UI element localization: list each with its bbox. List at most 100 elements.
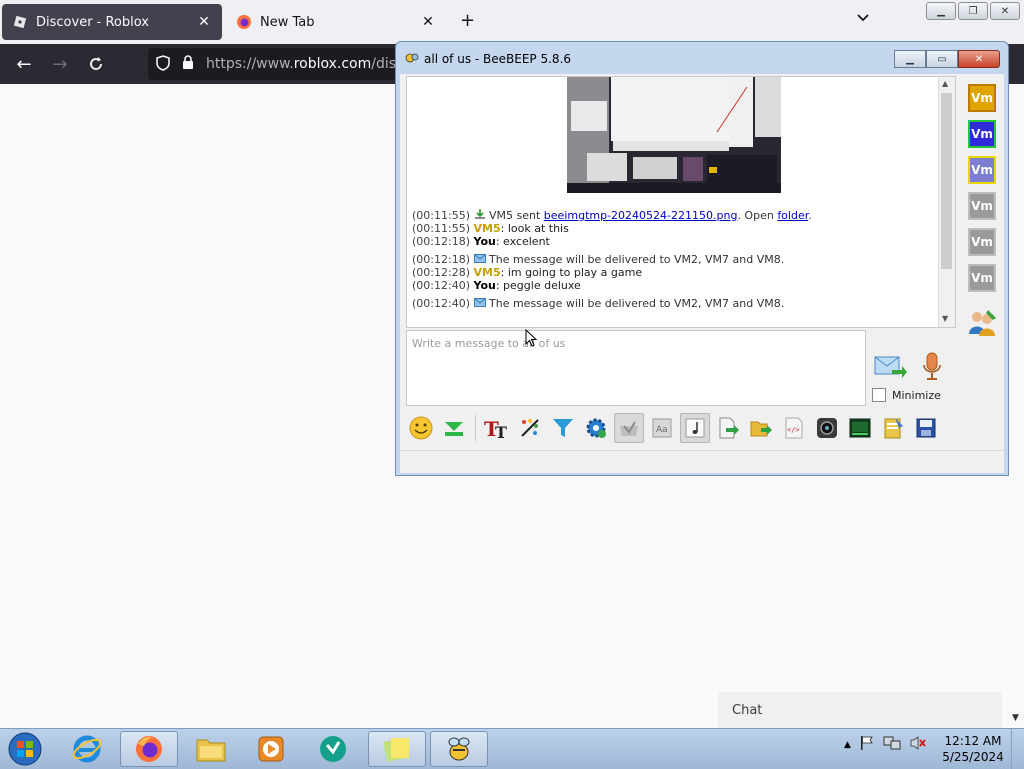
chat-message: (00:12:28) VM5: im going to play a game bbox=[412, 266, 643, 279]
shield-icon[interactable] bbox=[156, 54, 170, 74]
clock-time: 12:12 AM bbox=[944, 734, 1002, 748]
network-icon[interactable] bbox=[883, 735, 901, 754]
shared-screenshot-image[interactable] bbox=[567, 77, 781, 193]
chat-message: (00:12:18) You: excelent bbox=[412, 235, 550, 248]
lock-icon[interactable] bbox=[182, 55, 194, 73]
download-icon bbox=[474, 209, 486, 222]
compact-view-icon[interactable] bbox=[614, 413, 644, 443]
scroll-up-arrow-icon[interactable]: ▲ bbox=[942, 79, 948, 88]
user-vm-button[interactable]: Vm bbox=[968, 84, 996, 112]
notes-icon[interactable] bbox=[878, 413, 908, 443]
roblox-chat-widget[interactable]: Chat bbox=[718, 692, 1002, 728]
restore-window-button[interactable]: ❐ bbox=[958, 2, 988, 20]
user-list: Vm Vm Vm Vm Vm Vm bbox=[962, 74, 1004, 404]
close-window-button[interactable]: ✕ bbox=[990, 2, 1020, 20]
list-all-tabs-chevron-icon[interactable] bbox=[856, 12, 870, 26]
scroll-down-arrow-icon[interactable]: ▼ bbox=[1012, 713, 1019, 723]
microphone-icon[interactable] bbox=[922, 352, 942, 385]
chat-scrollbar[interactable]: ▲ ▼ bbox=[938, 77, 955, 327]
filter-icon[interactable] bbox=[548, 413, 578, 443]
media-player-icon[interactable] bbox=[242, 731, 300, 767]
delivery-notice: (00:12:40) The message will be delivered… bbox=[412, 297, 785, 310]
forward-arrow-icon[interactable]: → bbox=[50, 54, 70, 75]
toolbar-separator bbox=[475, 415, 476, 441]
beebeep-titlebar[interactable]: all of us - BeeBEEP 5.8.6 ▁ ▭ ✕ bbox=[396, 42, 1008, 74]
beebeep-app-icon bbox=[404, 51, 420, 68]
file-explorer-icon[interactable] bbox=[182, 731, 240, 767]
minimize-window-button[interactable]: ▁ bbox=[926, 2, 956, 20]
file-link[interactable]: beeimgtmp-20240524-221150.png bbox=[544, 209, 738, 222]
back-arrow-icon[interactable]: ← bbox=[14, 54, 34, 75]
mouse-cursor-icon bbox=[525, 329, 538, 347]
open-folder-link[interactable]: folder bbox=[777, 209, 808, 222]
status-bar bbox=[400, 450, 1004, 474]
close-button[interactable]: ✕ bbox=[958, 50, 1000, 68]
taskbar-clock[interactable]: 12:12 AM 5/25/2024 bbox=[940, 733, 1006, 765]
chat-transcript[interactable]: (00:11:55) VM5 sent beeimgtmp-20240524-2… bbox=[406, 76, 956, 328]
beebeep-client-area: (00:11:55) VM5 sent beeimgtmp-20240524-2… bbox=[400, 74, 1004, 473]
screenshot-camera-icon[interactable] bbox=[812, 413, 842, 443]
user-vm-button[interactable]: Vm bbox=[968, 120, 996, 148]
music-note-icon[interactable] bbox=[680, 413, 710, 443]
html-code-icon[interactable]: </> bbox=[779, 413, 809, 443]
screen-capture-icon[interactable] bbox=[845, 413, 875, 443]
minimize-checkbox[interactable]: Minimize bbox=[872, 388, 941, 402]
show-hidden-icons-icon[interactable]: ▲ bbox=[844, 740, 851, 750]
minimize-button[interactable]: ▁ bbox=[894, 50, 926, 68]
firefox-icon bbox=[236, 14, 252, 30]
user-vm-button[interactable]: Vm bbox=[968, 156, 996, 184]
save-disk-icon[interactable] bbox=[911, 413, 941, 443]
internet-explorer-icon[interactable] bbox=[58, 731, 116, 767]
message-list: (00:11:55) VM5 sent beeimgtmp-20240524-2… bbox=[412, 209, 932, 310]
volume-muted-icon[interactable] bbox=[909, 735, 927, 754]
user-vm-button[interactable]: Vm bbox=[968, 228, 996, 256]
chat-label: Chat bbox=[732, 702, 763, 718]
start-windows-icon[interactable] bbox=[4, 731, 46, 767]
roblox-icon bbox=[12, 14, 28, 30]
chat-app-icon[interactable] bbox=[304, 731, 362, 767]
tab-close-icon[interactable]: ✕ bbox=[420, 14, 436, 30]
beebeep-window: all of us - BeeBEEP 5.8.6 ▁ ▭ ✕ (00:11:5… bbox=[395, 41, 1009, 476]
firefox-taskbar-icon[interactable] bbox=[120, 731, 178, 767]
checkbox-box[interactable] bbox=[872, 388, 886, 402]
svg-text:T: T bbox=[495, 423, 507, 440]
new-tab-button[interactable]: + bbox=[460, 10, 475, 31]
chat-message: (00:11:55) VM5: look at this bbox=[412, 222, 569, 235]
send-folder-icon[interactable] bbox=[746, 413, 776, 443]
delivery-notice: (00:12:18) The message will be delivered… bbox=[412, 253, 785, 266]
message-input-placeholder: Write a message to all of us bbox=[412, 337, 566, 350]
envelope-icon bbox=[473, 253, 486, 266]
user-vm-button[interactable]: Vm bbox=[968, 264, 996, 292]
tab-close-icon[interactable]: ✕ bbox=[196, 14, 212, 30]
svg-text:</>: </> bbox=[787, 426, 800, 434]
message-input[interactable]: Write a message to all of us bbox=[406, 329, 866, 406]
beebeep-taskbar-icon[interactable] bbox=[430, 731, 488, 767]
user-vm-button[interactable]: Vm bbox=[968, 192, 996, 220]
show-desktop-button[interactable] bbox=[1011, 729, 1024, 769]
emoticons-smiley-icon[interactable] bbox=[406, 413, 436, 443]
font-color-icon[interactable] bbox=[515, 413, 545, 443]
action-center-flag-icon[interactable] bbox=[859, 735, 875, 754]
envelope-icon bbox=[473, 297, 486, 310]
send-file-icon[interactable] bbox=[713, 413, 743, 443]
file-sent-message: (00:11:55) VM5 sent beeimgtmp-20240524-2… bbox=[412, 209, 812, 222]
sticky-notes-icon[interactable] bbox=[368, 731, 426, 767]
tab-label: Discover - Roblox bbox=[36, 14, 150, 30]
maximize-button[interactable]: ▭ bbox=[926, 50, 958, 68]
text-box-icon[interactable]: Aa bbox=[647, 413, 677, 443]
scroll-thumb[interactable] bbox=[941, 93, 952, 269]
tab-new-tab[interactable]: New Tab ✕ bbox=[226, 4, 446, 40]
clock-date: 5/25/2024 bbox=[942, 750, 1004, 764]
reload-icon[interactable] bbox=[86, 54, 106, 74]
scroll-down-arrow-icon[interactable]: ▼ bbox=[942, 314, 948, 323]
tab-discover-roblox[interactable]: Discover - Roblox ✕ bbox=[2, 4, 222, 40]
settings-gear-icon[interactable] bbox=[581, 413, 611, 443]
save-chat-icon[interactable] bbox=[439, 413, 469, 443]
browser-window-controls: ▁ ❐ ✕ bbox=[926, 2, 1020, 20]
send-message-button[interactable] bbox=[874, 354, 908, 383]
users-group-icon[interactable] bbox=[966, 308, 998, 341]
font-icon[interactable]: TT bbox=[482, 413, 512, 443]
tab-label: New Tab bbox=[260, 14, 315, 30]
system-tray: ▲ bbox=[844, 735, 927, 754]
svg-text:Aa: Aa bbox=[656, 425, 668, 435]
